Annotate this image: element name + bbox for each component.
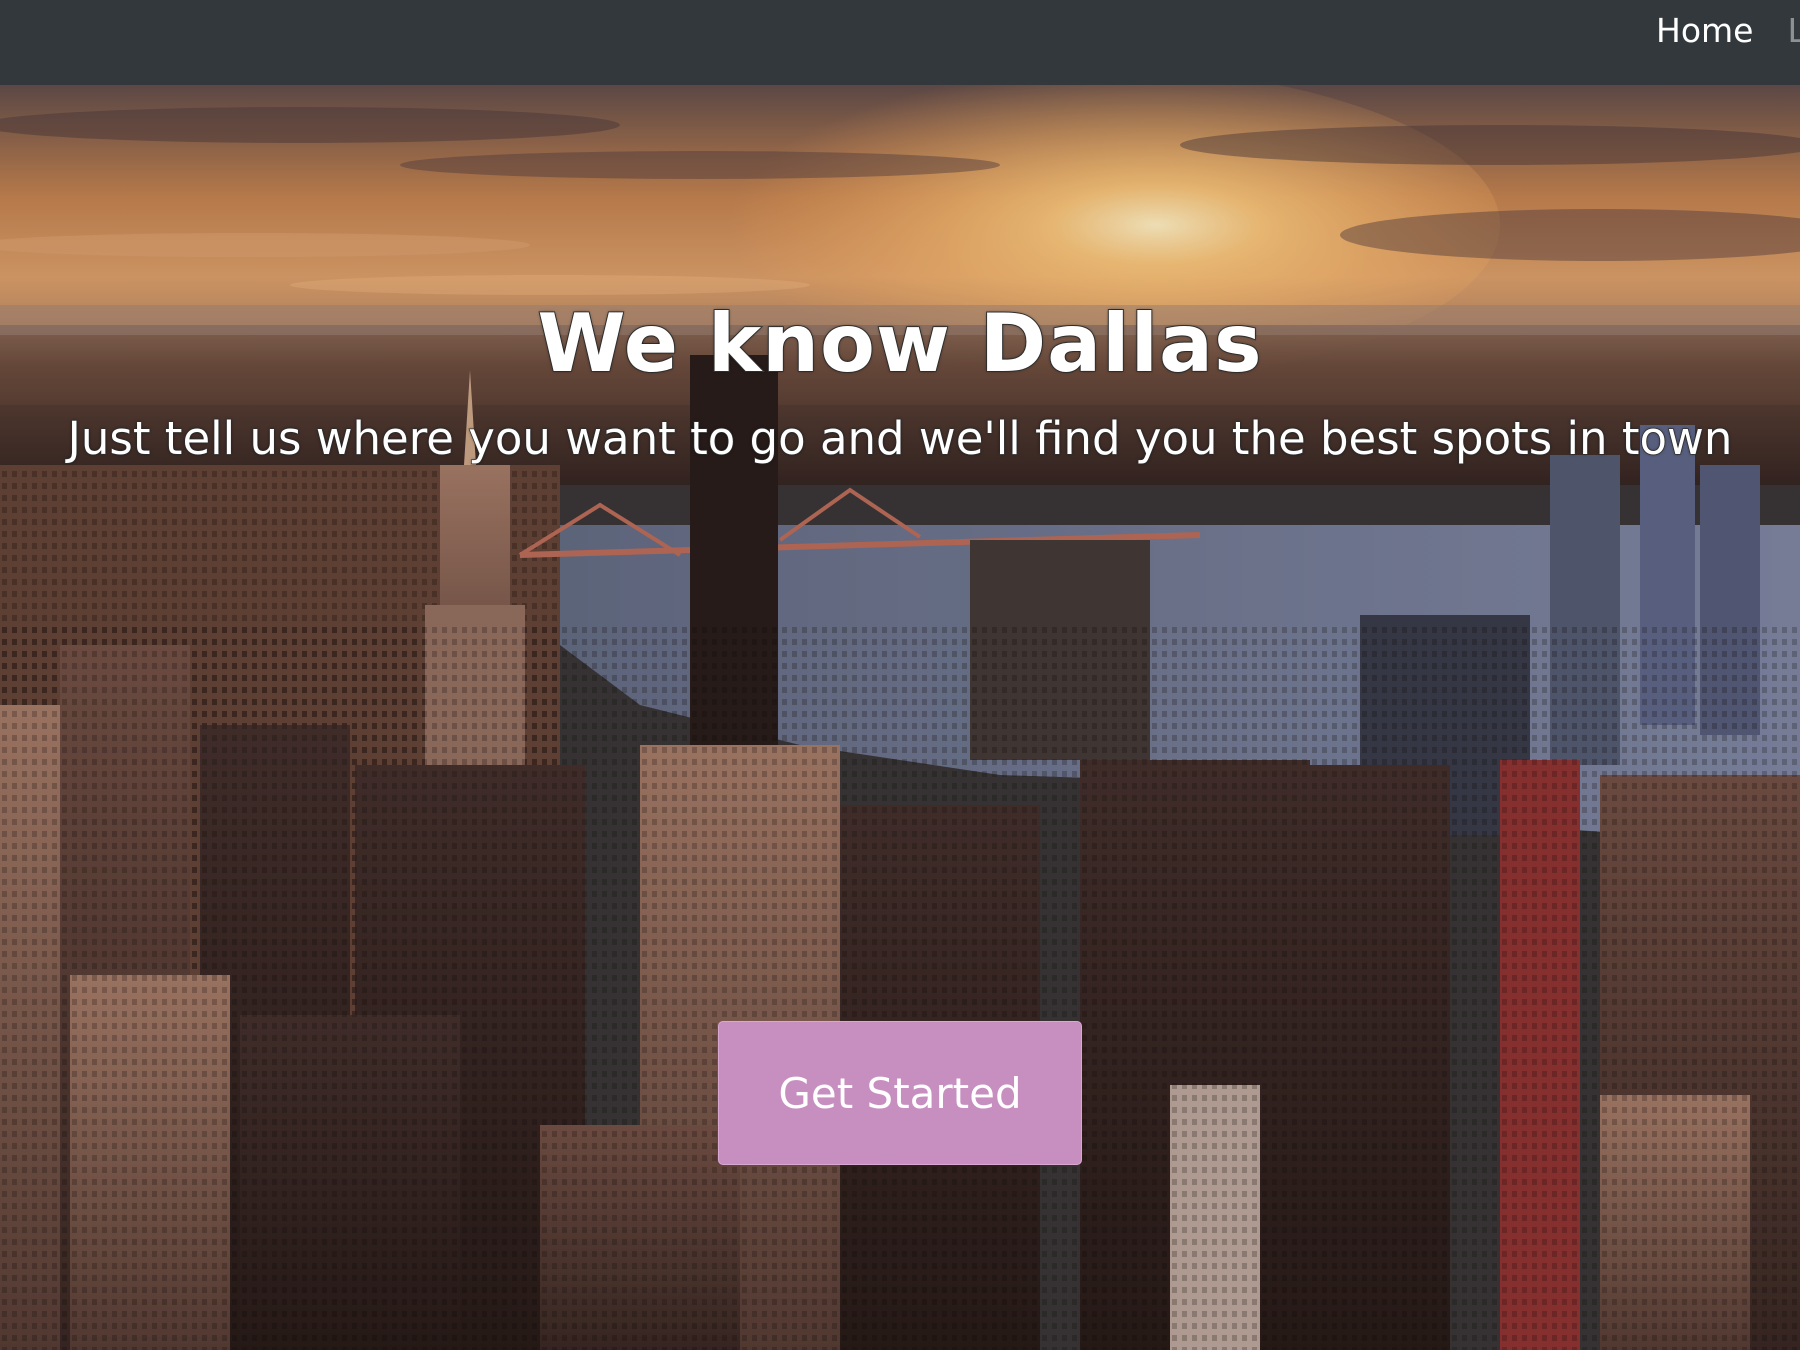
hero-subtitle: Just tell us where you want to go and we… xyxy=(67,411,1733,466)
get-started-button[interactable]: Get Started xyxy=(718,1021,1082,1165)
nav-link-secondary[interactable]: Lo xyxy=(1787,11,1800,50)
nav-links: Home Lo xyxy=(1656,0,1800,60)
hero-title: We know Dallas xyxy=(536,296,1263,391)
top-navbar: Home Lo xyxy=(0,0,1800,85)
nav-link-home[interactable]: Home xyxy=(1656,11,1753,50)
hero-section: We know Dallas Just tell us where you wa… xyxy=(0,85,1800,1350)
